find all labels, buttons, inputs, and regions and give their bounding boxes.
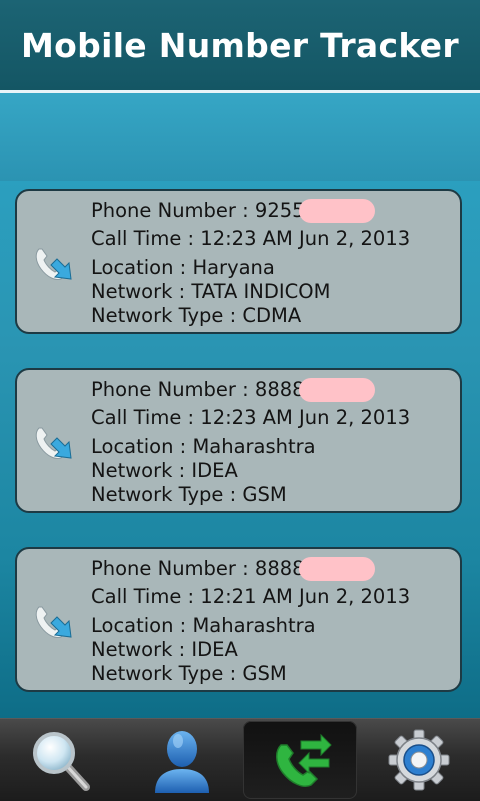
network-type-line: Network Type : CDMA [91, 304, 302, 327]
phone-number-line: Phone Number : 92559 [91, 199, 410, 223]
search-icon [33, 732, 90, 791]
location-line: Location : Maharashtra [91, 435, 316, 458]
network-type-line: Network Type : GSM [91, 662, 287, 685]
network-line: Network : TATA INDICOM [91, 280, 331, 303]
bottom-tab-bar [0, 718, 480, 801]
call-card[interactable]: Phone Number : 88889 Call Time : 12:21 A… [15, 547, 462, 692]
incoming-call-icon [35, 427, 72, 459]
settings-gear-icon [388, 729, 450, 791]
contact-icon [155, 731, 209, 793]
redaction-mark [298, 378, 375, 402]
app-title: Mobile Number Tracker [21, 25, 459, 65]
call-time-line: Call Time : 12:23 AM Jun 2, 2013 [91, 406, 411, 429]
app-header: Mobile Number Tracker [0, 0, 480, 93]
network-type-line: Network Type : GSM [91, 483, 287, 506]
tab-search[interactable] [4, 721, 118, 799]
call-log-icon [276, 733, 332, 787]
incoming-call-icon [35, 248, 72, 280]
incoming-call-icon [35, 606, 72, 638]
header-band [0, 93, 480, 181]
phone-number-line: Phone Number : 88889 [91, 557, 410, 581]
tab-settings[interactable] [362, 721, 476, 799]
redaction-mark [298, 557, 375, 581]
tab-call-log[interactable] [243, 721, 357, 799]
location-line: Location : Haryana [91, 256, 275, 279]
location-line: Location : Maharashtra [91, 614, 316, 637]
network-line: Network : IDEA [91, 459, 238, 482]
phone-number-line: Phone Number : 88889 [91, 378, 410, 402]
call-list: Phone Number : 92559 Call Time : 12:23 A… [0, 181, 480, 718]
tab-contact[interactable] [125, 721, 239, 799]
network-line: Network : IDEA [91, 638, 238, 661]
redaction-mark [298, 199, 375, 223]
call-card[interactable]: Phone Number : 92559 Call Time : 12:23 A… [15, 189, 462, 334]
call-time-line: Call Time : 12:21 AM Jun 2, 2013 [91, 585, 411, 608]
call-card[interactable]: Phone Number : 88889 Call Time : 12:23 A… [15, 368, 462, 513]
call-time-line: Call Time : 12:23 AM Jun 2, 2013 [91, 227, 411, 250]
